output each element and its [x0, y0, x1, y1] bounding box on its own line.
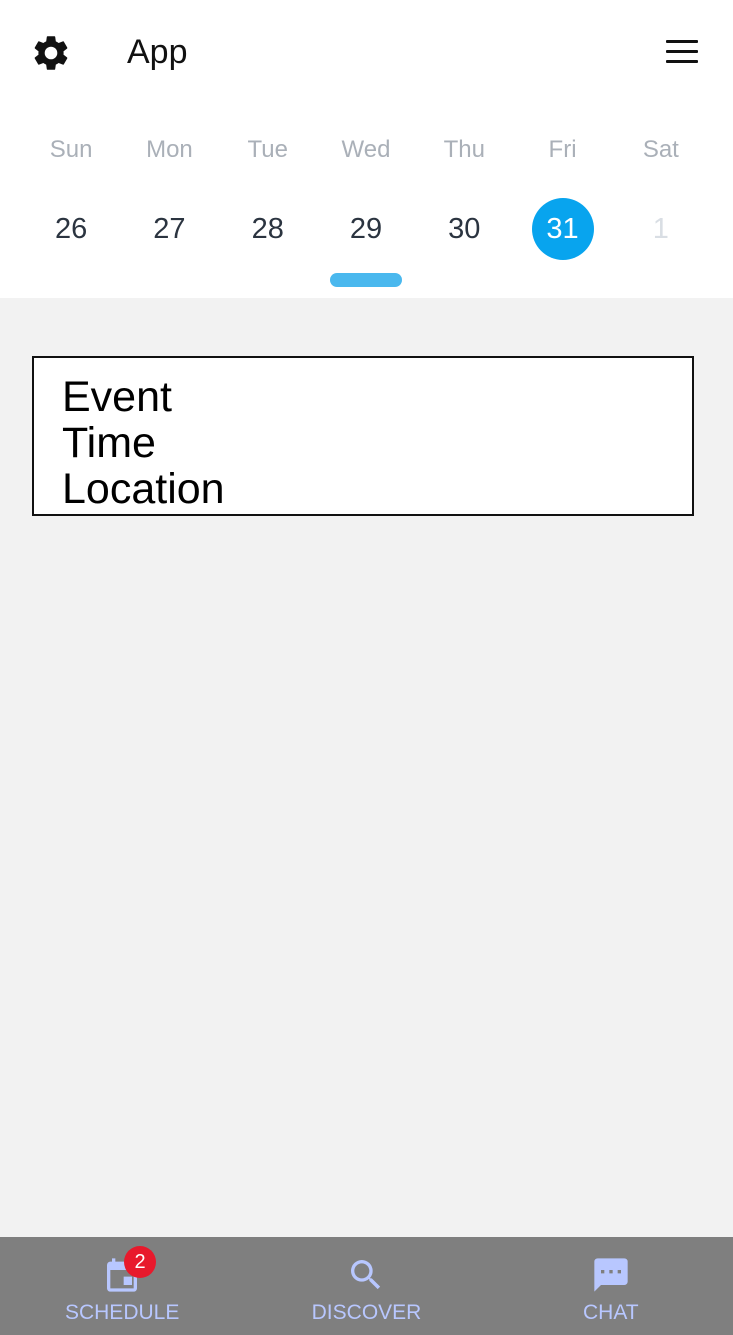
app-header: App Sun 26 Mon 27 Tue 28 Wed 29 Thu 30 F… [0, 0, 733, 298]
day-number[interactable]: 26 [40, 198, 102, 260]
search-icon [351, 1260, 381, 1290]
tab-label: CHAT [583, 1301, 639, 1324]
tab-schedule[interactable]: 2 SCHEDULE [0, 1237, 244, 1335]
bottom-tab-bar: 2 SCHEDULE DISCOVER CHAT [0, 1237, 733, 1335]
day-number[interactable]: 1 [630, 198, 692, 260]
day-number[interactable]: 28 [237, 198, 299, 260]
day-fri-selected[interactable]: Fri 31 [513, 128, 611, 260]
day-thu[interactable]: Thu 30 [415, 128, 513, 248]
day-of-week-label: Mon [146, 136, 193, 163]
day-number[interactable]: 30 [433, 198, 495, 260]
app-title: App [127, 33, 188, 71]
event-card[interactable]: Event Time Location [32, 356, 694, 516]
event-name: Event [62, 373, 172, 421]
event-location: Location [62, 465, 225, 513]
gear-icon[interactable] [30, 32, 72, 74]
notification-badge: 2 [124, 1246, 156, 1278]
day-of-week-label: Fri [548, 136, 577, 163]
day-of-week-label: Wed [341, 136, 391, 163]
chat-icon [594, 1258, 628, 1292]
day-number[interactable]: 29 [335, 198, 397, 260]
day-number[interactable]: 27 [138, 198, 200, 260]
tab-discover[interactable]: DISCOVER [244, 1237, 488, 1335]
hamburger-menu-icon[interactable] [664, 38, 700, 66]
day-tue[interactable]: Tue 28 [219, 128, 317, 248]
week-strip: Sun 26 Mon 27 Tue 28 Wed 29 Thu 30 Fri 3… [22, 128, 710, 260]
drag-handle[interactable] [330, 273, 402, 287]
selected-day-number[interactable]: 31 [531, 198, 594, 260]
day-mon[interactable]: Mon 27 [120, 128, 218, 248]
tab-label: DISCOVER [311, 1301, 422, 1324]
day-wed[interactable]: Wed 29 [317, 128, 415, 248]
day-sun[interactable]: Sun 26 [22, 128, 120, 248]
event-time: Time [62, 419, 156, 467]
day-of-week-label: Thu [443, 136, 485, 163]
day-of-week-label: Sun [49, 136, 93, 163]
day-of-week-label: Sat [642, 136, 679, 163]
day-sat[interactable]: Sat 1 [612, 128, 710, 248]
day-of-week-label: Tue [247, 136, 288, 163]
tab-chat[interactable]: CHAT [489, 1237, 733, 1335]
tab-label: SCHEDULE [64, 1301, 180, 1324]
